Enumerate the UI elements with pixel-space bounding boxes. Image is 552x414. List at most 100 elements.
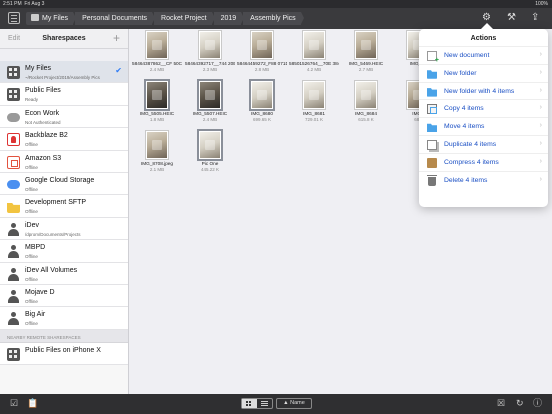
chevron-right-icon: › [539, 139, 542, 147]
breadcrumb-personal-documents[interactable]: Personal Documents [75, 12, 156, 25]
sidebar-item-public-files[interactable]: Public Files Ready [0, 83, 128, 106]
sharespace-list: My Files ~/Rocket Project/2019/Assembly P… [0, 61, 128, 330]
file-item[interactable]: IMG_8684 615.8 K [341, 81, 391, 122]
sidebar-item-idev-all-volumes[interactable]: iDev All Volumes Offline [0, 262, 128, 285]
sidebar-item-label: MBPD [25, 244, 46, 252]
sidebar-item-label: My Files [25, 65, 52, 72]
sidebar-item-status: Ready [25, 97, 39, 103]
sidebar-item-mbpd[interactable]: MBPD Offline [0, 240, 128, 263]
file-thumbnail [251, 31, 273, 59]
sidebar-item-status: Offline [25, 186, 38, 192]
checklist-icon[interactable]: ☑ [10, 399, 18, 408]
action-label: Copy 4 items [444, 105, 484, 113]
sidebar-item-status: Offline [25, 321, 38, 327]
chevron-right-icon: › [539, 157, 542, 165]
sidebar-item-my-files[interactable]: My Files ~/Rocket Project/2019/Assembly P… [0, 61, 128, 84]
action-new-document[interactable]: New document › [419, 47, 548, 65]
breadcrumb-rocket-project[interactable]: Rocket Project [154, 12, 215, 25]
list-view-button[interactable] [257, 399, 272, 408]
info-icon[interactable]: ⓘ [533, 399, 542, 408]
add-sharespace-button[interactable]: + [113, 31, 120, 45]
clipboard-icon[interactable]: 📋 [27, 399, 38, 408]
idev-icon [7, 289, 20, 303]
sidebar-item-amazon-s3[interactable]: Amazon S3 Offline [0, 150, 128, 173]
file-size: 2.4 MB [149, 66, 165, 72]
tools-icon[interactable]: ⚒ [507, 13, 516, 23]
folder-icon [427, 70, 437, 79]
file-item[interactable]: IMG_5505.HEIC 1.8 MB [132, 81, 182, 122]
action-copy-4-items[interactable]: Copy 4 items › [419, 100, 548, 119]
file-name: 58464387862__CF 50C6861-...001.JPG [132, 61, 182, 66]
sort-button[interactable]: ▲ Name [276, 398, 312, 409]
sharespaces-sidebar: Edit Sharespaces + My Files ~/Rocket Proj… [0, 29, 129, 394]
gcs-icon [7, 179, 20, 189]
share-icon[interactable]: ⇪ [531, 13, 539, 23]
actions-popover: Actions New document›New folder›New fold… [419, 23, 548, 207]
sidebar-item-label: Mojave D [25, 288, 55, 296]
s3-icon [7, 155, 20, 169]
deselect-icon[interactable]: ☒ [497, 399, 505, 408]
folder2-icon [427, 88, 437, 97]
file-item[interactable]: IMG_8708.jpeg 2.1 MB [132, 131, 182, 172]
chevron-right-icon: › [539, 122, 542, 130]
breadcrumb-my-files[interactable]: My Files [26, 12, 77, 25]
nearby-section-header: NEARBY REMOTE SHARESPACES [0, 329, 128, 343]
action-delete-4-items[interactable]: Delete 4 items › [419, 172, 548, 190]
sidebar-item-idev[interactable]: iDev/dprom/Documents/Projects [0, 217, 128, 241]
file-size: 699.65 K [252, 116, 271, 122]
action-duplicate-4-items[interactable]: Duplicate 4 items › [419, 136, 548, 154]
file-thumbnail [199, 131, 221, 159]
sidebar-item-google-cloud-storage[interactable]: Google Cloud Storage Offline [0, 172, 128, 196]
grid-icon [7, 88, 20, 102]
file-item[interactable]: IMG_8680 699.65 K [237, 81, 287, 122]
action-new-folder-with-4-items[interactable]: New folder with 4 items › [419, 83, 548, 101]
sidebar-item-label: Big Air [25, 311, 46, 319]
sidebar-item-status: Offline [25, 276, 38, 282]
sidebar-item-big-air[interactable]: Big Air Offline [0, 307, 128, 330]
file-item[interactable]: 58501526764__70E 38431-5...F151.JPG4.2 M… [289, 31, 339, 72]
file-item[interactable]: IMG_5469.HEIC 2.7 MB [341, 31, 391, 72]
action-label: Duplicate 4 items [444, 140, 497, 148]
file-item[interactable]: 58464459272_F88 071D3-0...254.JPG2.8 MB [237, 31, 287, 72]
sidebar-item-public-files-on-iphone-x[interactable]: Public Files on iPhone X [0, 342, 128, 366]
sidebar-item-backblaze-b2[interactable]: Backblaze B2 Offline [0, 128, 128, 151]
gear-icon[interactable]: ⚙ [482, 13, 491, 23]
actions-title: Actions [419, 29, 548, 47]
file-thumbnail [303, 81, 325, 109]
file-item[interactable]: IMG_5507.HEIC 2.4 MB [185, 81, 235, 122]
file-name: 58501526764__70E 38431-5...F151.JPG [289, 61, 339, 66]
sidebar-item-status: Offline [25, 254, 38, 260]
file-size: 2.3 MB [202, 66, 218, 72]
action-move-4-items[interactable]: Move 4 items › [419, 118, 548, 136]
file-item[interactable]: IMG_8681 729.01 K [289, 81, 339, 122]
checkmark-icon: ✔ [115, 66, 122, 75]
sidebar-item-status: Not Authenticated [25, 119, 61, 125]
cloud-icon [7, 112, 20, 122]
action-compress-4-items[interactable]: Compress 4 items › [419, 154, 548, 172]
file-thumbnail [146, 31, 168, 59]
top-toolbar: My Files Personal Documents Rocket Proje… [0, 8, 552, 29]
sidebar-item-status: Offline [25, 142, 38, 148]
action-label: Move 4 items [444, 123, 485, 131]
breadcrumb-assembly-pics[interactable]: Assembly Pics [243, 12, 304, 25]
sidebar-item-development-sftp[interactable]: Development SFTP Offline [0, 195, 128, 218]
idev-icon [7, 222, 20, 236]
file-thumbnail [199, 31, 221, 59]
action-label: New folder [444, 69, 477, 77]
sidebar-item-econ-work[interactable]: Econ Work Not Authenticated [0, 105, 128, 129]
action-label: New document [444, 52, 490, 59]
sidebar-item-mojave-d[interactable]: Mojave D Offline [0, 284, 128, 308]
action-label: Delete 4 items [444, 176, 488, 184]
idev-icon [7, 312, 20, 326]
file-item[interactable]: 58464387862__CF 50C6861-...001.JPG2.4 MB [132, 31, 182, 72]
action-label: New folder with 4 items [444, 87, 515, 95]
grid-view-button[interactable] [242, 399, 257, 408]
file-item[interactable]: 58464392717__744 20E05-2...E05.JPG2.3 MB [185, 31, 235, 72]
file-size: 4.2 MB [306, 66, 322, 72]
bb-icon [7, 133, 20, 147]
breadcrumb-2019[interactable]: 2019 [213, 12, 244, 25]
sidebar-toggle-icon[interactable] [8, 12, 20, 24]
action-new-folder[interactable]: New folder › [419, 65, 548, 83]
refresh-icon[interactable]: ↻ [516, 399, 524, 408]
file-item[interactable]: Pic One 445.22 K [185, 131, 235, 172]
